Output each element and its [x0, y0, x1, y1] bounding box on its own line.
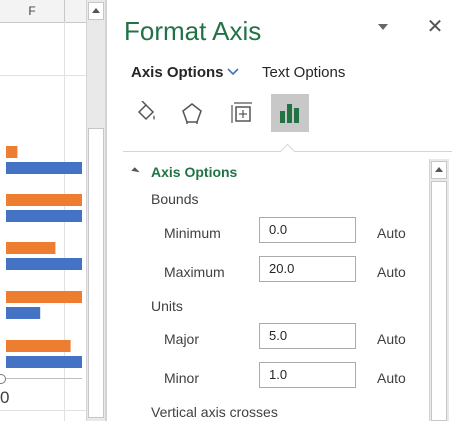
maximum-field[interactable]: 20.0 [259, 256, 356, 282]
horizontal-axis-line[interactable] [0, 378, 82, 379]
orange-bar[interactable] [6, 146, 18, 158]
task-pane-options-icon[interactable] [378, 24, 388, 30]
blue-bar[interactable] [6, 258, 82, 270]
column-header-f[interactable]: F [0, 0, 65, 22]
maximum-label: Maximum [164, 264, 225, 280]
pane-title: Format Axis [124, 16, 262, 46]
effects-icon [182, 103, 202, 124]
fill-line-button[interactable] [127, 94, 165, 132]
size-properties-button[interactable] [223, 94, 261, 132]
units-label: Units [151, 298, 183, 314]
chart-plot-area[interactable] [0, 134, 82, 378]
major-unit-field[interactable]: 5.0 [259, 323, 356, 349]
axis-options-button[interactable] [271, 94, 309, 132]
section-axis-options[interactable]: Axis Options [151, 164, 237, 180]
worksheet-scrollbar[interactable] [86, 0, 106, 421]
tab-text-options[interactable]: Text Options [262, 64, 345, 81]
effects-button[interactable] [173, 94, 211, 132]
grid-line-horizontal [0, 75, 86, 76]
fill-line-icon [137, 101, 155, 121]
pane-scrollbar[interactable] [429, 159, 449, 421]
arrow-up-icon [435, 167, 443, 172]
collapse-triangle-icon[interactable] [131, 167, 140, 176]
minor-label: Minor [164, 370, 200, 386]
orange-bar[interactable] [6, 242, 56, 254]
minor-unit-field[interactable]: 1.0 [259, 362, 356, 388]
selection-handle[interactable] [0, 374, 6, 384]
bar-chart[interactable] [0, 134, 82, 378]
blue-bar[interactable] [6, 162, 82, 174]
pane-scroll-up-button[interactable] [431, 161, 447, 179]
minimum-auto-button[interactable]: Auto [377, 225, 406, 241]
scroll-thumb[interactable] [88, 128, 104, 418]
orange-bar[interactable] [6, 291, 82, 303]
blue-bar[interactable] [6, 307, 41, 319]
orange-bar[interactable] [6, 194, 82, 206]
minimum-label: Minimum [164, 225, 221, 241]
blue-bar[interactable] [6, 210, 82, 222]
worksheet-area: F 0 [0, 0, 86, 421]
column-header-row: F [0, 0, 86, 23]
scroll-up-button[interactable] [88, 2, 104, 20]
maximum-auto-button[interactable]: Auto [377, 264, 406, 280]
minor-auto-button[interactable]: Auto [377, 370, 406, 386]
close-icon[interactable]: ✕ [425, 16, 445, 36]
axis-tick-label: 0 [0, 388, 10, 407]
size-properties-icon [231, 102, 252, 123]
bounds-label: Bounds [151, 191, 199, 207]
minimum-field[interactable]: 0.0 [259, 217, 356, 243]
format-axis-pane: Format Axis ✕ Axis Options Text Options [106, 0, 452, 421]
chevron-down-icon[interactable] [227, 66, 239, 76]
axis-options-chart-icon [280, 104, 299, 123]
blue-bar[interactable] [6, 356, 82, 368]
arrow-up-icon [92, 8, 100, 13]
orange-bar[interactable] [6, 340, 71, 352]
pane-scroll-thumb[interactable] [431, 181, 447, 421]
grid-line-horizontal [0, 410, 86, 411]
major-auto-button[interactable]: Auto [377, 331, 406, 347]
active-tab-pointer [279, 143, 296, 160]
major-label: Major [164, 331, 200, 347]
tab-axis-options[interactable]: Axis Options [131, 64, 224, 81]
vertical-axis-crosses-label: Vertical axis crosses [151, 404, 278, 420]
